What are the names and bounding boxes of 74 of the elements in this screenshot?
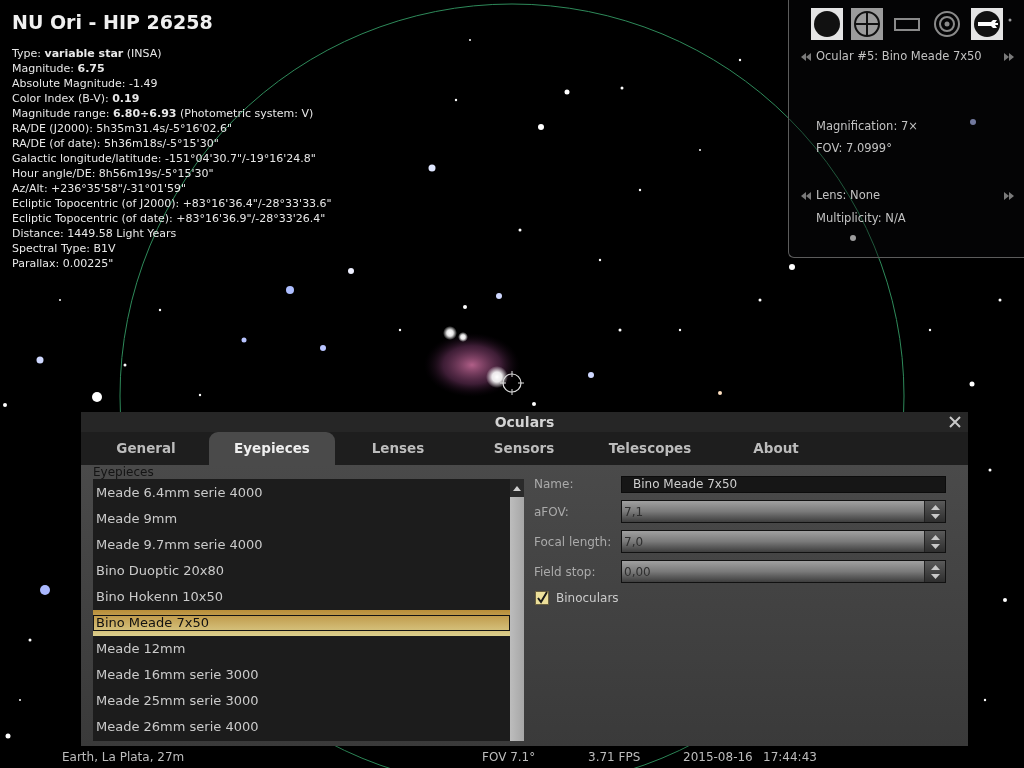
dialog-title: Oculars [494,412,555,432]
time-text: 17:44:43 [763,749,817,766]
field-label: Field stop: [534,563,597,581]
info-line: RA/DE (of date): 5h36m18s/-5°15'30" [12,136,219,151]
fov-text: FOV 7.1° [482,750,536,764]
up-arrow-icon[interactable] [930,504,940,510]
list-item[interactable]: Meade 9mm [93,506,510,532]
settings-button[interactable] [971,8,1003,40]
list-item[interactable]: Bino Meade 7x50 [93,610,510,636]
checkbox-label: Binoculars [556,590,619,607]
wrench-icon [974,11,1000,37]
target-icon [934,11,960,37]
spin-box[interactable]: 7,0 [621,530,946,553]
list-item[interactable]: Meade 16mm serie 3000 [93,662,510,688]
multiplicity-text: Multiplicity: N/A [816,211,906,225]
magnification-text: Magnification: 7× [816,119,918,133]
name-field[interactable]: Bino Meade 7x50 [621,475,946,493]
info-line: RA/DE (J2000): 5h35m31.4s/-5°16'02.6" [12,121,233,136]
close-button[interactable] [948,415,962,429]
info-line: Type: variable star (INSA) [12,46,162,61]
ocular-name: Ocular #5: Bino Meade 7x50 [816,48,982,66]
info-line: Hour angle/DE: 8h56m19s/-5°15'30" [12,166,214,181]
object-title: NU Ori - HIP 26258 [12,10,213,35]
info-line: Spectral Type: B1V [12,241,116,256]
crosshair-icon [854,11,880,37]
target-marker-icon [499,370,525,396]
up-arrow-icon[interactable] [930,564,940,570]
list-item[interactable]: Meade 25mm serie 3000 [93,688,510,714]
info-line: Ecliptic Topocentric (of J2000): +83°16'36.4"/-28°33'33.6" [12,196,332,211]
tab[interactable]: General [83,432,209,465]
info-line: Magnitude range: 6.80÷6.93 (Photometric system: V) [12,106,314,121]
field-label: aFOV: [534,503,570,521]
filled-circle-icon [814,11,840,37]
field-label: Focal length: [534,533,613,551]
close-icon [949,416,961,428]
fov-text: FOV: 7.0999° [816,141,892,155]
tab[interactable]: Lenses [335,432,461,465]
crosshair-button[interactable] [851,8,883,40]
tab[interactable]: Telescopes [587,432,713,465]
down-arrow-icon[interactable] [930,513,940,519]
info-line: Az/Alt: +236°35'58"/-31°01'59" [12,181,187,196]
info-line: Ecliptic Topocentric (of date): +83°16'36.9"/-28°33'26.4" [12,211,326,226]
double-right-arrow-icon[interactable] [1004,192,1014,200]
tab[interactable]: About [713,432,839,465]
telrad-button[interactable] [931,8,963,40]
checkbox[interactable] [535,591,549,605]
double-right-arrow-icon[interactable] [1004,53,1014,61]
location-text: Earth, La Plata, 27m [62,750,185,764]
info-line: Distance: 1449.58 Light Years [12,226,177,241]
down-arrow-icon[interactable] [930,573,940,579]
fps-text: 3.71 FPS [588,750,641,764]
list-item[interactable]: Bino Duoptic 20x80 [93,558,510,584]
info-line: Parallax: 0.00225" [12,256,114,271]
date-text: 2015-08-16 [683,750,753,764]
double-left-arrow-icon[interactable] [801,192,811,200]
list-item[interactable]: Meade 9.7mm serie 4000 [93,532,510,558]
up-arrow-icon[interactable] [930,534,940,540]
lens-text: Lens: None [816,187,881,205]
field-label: Name: [534,476,575,493]
list-item[interactable]: Meade 26mm serie 4000 [93,714,510,740]
info-line: Absolute Magnitude: -1.49 [12,76,158,91]
down-arrow-icon[interactable] [930,543,940,549]
info-line: Magnitude: 6.75 [12,61,105,76]
rectangle-icon [894,17,920,31]
tab[interactable]: Sensors [461,432,587,465]
eyepiece-button[interactable] [811,8,843,40]
tab[interactable]: Eyepieces [209,432,335,465]
info-line: Color Index (B-V): 0.19 [12,91,140,106]
up-arrow-icon [513,485,521,491]
list-item[interactable]: Meade 12mm [93,636,510,662]
list-item[interactable]: Meade 6.4mm serie 4000 [93,480,510,506]
double-left-arrow-icon[interactable] [801,53,811,61]
list-item[interactable]: Bino Hokenn 10x50 [93,584,510,610]
info-line: Galactic longitude/latitude: -151°04'30.7"/-19°16'24.8" [12,151,316,166]
